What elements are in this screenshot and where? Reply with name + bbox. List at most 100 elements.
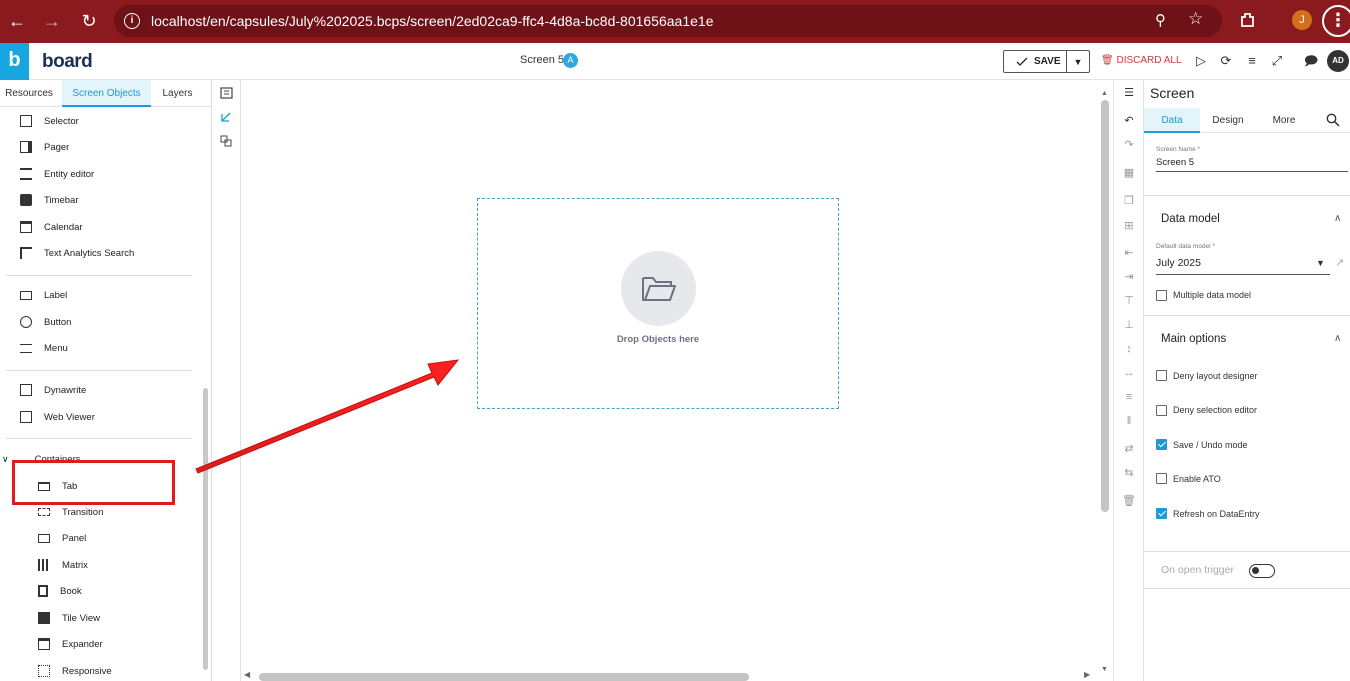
align-bottom-icon[interactable]: ⊥ <box>1122 318 1136 332</box>
check-icon <box>1016 57 1028 66</box>
object-label[interactable]: Label <box>20 285 67 305</box>
tab-screen-objects[interactable]: Screen Objects <box>62 80 151 107</box>
chevron-up-icon[interactable]: ∧ <box>1334 333 1341 344</box>
align-center-icon[interactable]: ↕ <box>1122 342 1136 356</box>
properties-sliders-icon[interactable]: ☰ <box>1122 86 1136 100</box>
highlight-box <box>12 460 175 505</box>
scroll-right-icon[interactable]: ▶ <box>1084 670 1090 679</box>
transition-icon <box>38 508 50 516</box>
align-left-icon[interactable]: ⇤ <box>1122 246 1136 260</box>
object-book[interactable]: Book <box>38 581 82 601</box>
object-web-viewer[interactable]: Web Viewer <box>20 407 95 427</box>
scroll-left-icon[interactable]: ◀ <box>244 670 250 679</box>
zoom-icon[interactable]: ⚲ <box>1155 11 1166 29</box>
object-selector[interactable]: Selector <box>20 111 79 131</box>
object-menu[interactable]: Menu <box>20 338 68 358</box>
grid-settings-icon[interactable] <box>220 87 233 99</box>
redo-icon[interactable]: ↷ <box>1122 138 1136 152</box>
format-painter-icon[interactable]: ▦ <box>1122 166 1136 180</box>
bookmark-star-icon[interactable]: ☆ <box>1188 9 1203 29</box>
save-label: SAVE <box>1034 56 1061 67</box>
object-panel[interactable]: Panel <box>38 528 86 548</box>
tab-more[interactable]: More <box>1256 108 1312 133</box>
search-icon[interactable] <box>1326 113 1340 127</box>
extensions-icon[interactable] <box>1238 10 1258 30</box>
horizontal-scroll-thumb[interactable] <box>259 673 749 681</box>
undo-icon[interactable]: ↶ <box>1122 114 1136 128</box>
on-open-trigger-toggle[interactable] <box>1249 564 1275 578</box>
multiple-model-checkbox[interactable] <box>1156 290 1167 301</box>
align-top-icon[interactable]: ⊤ <box>1122 294 1136 308</box>
properties-tabs: Data Design More <box>1144 108 1350 133</box>
canvas-vertical-scrollbar[interactable]: ▲ ▼ <box>1099 90 1111 677</box>
object-button[interactable]: Button <box>20 312 71 332</box>
default-model-select[interactable]: July 2025 <box>1156 257 1201 269</box>
address-bar[interactable]: i localhost/en/capsules/July%202025.bcps… <box>114 5 1222 37</box>
tile-view-icon <box>38 612 50 624</box>
responsive-icon <box>38 665 50 677</box>
scroll-down-icon[interactable]: ▼ <box>1101 666 1108 673</box>
design-canvas[interactable]: Drop Objects here ▲ ▼ ◀ ▶ <box>241 80 1113 681</box>
back-icon[interactable]: ← <box>5 9 29 33</box>
object-pager[interactable]: Pager <box>20 137 69 157</box>
object-entity-editor[interactable]: Entity editor <box>20 164 94 184</box>
object-transition[interactable]: Transition <box>38 502 103 522</box>
save-button[interactable]: SAVE ▼ <box>1003 50 1090 73</box>
trash-icon: 🗑 <box>1101 55 1114 66</box>
save-dropdown-icon[interactable]: ▼ <box>1067 57 1089 67</box>
open-external-icon[interactable]: ↗ <box>1335 256 1344 269</box>
menu-icon <box>20 343 32 353</box>
left-panel-scrollbar[interactable] <box>203 388 208 670</box>
stack-icon[interactable]: ≡ <box>1244 53 1260 69</box>
vertical-scroll-thumb[interactable] <box>1101 100 1109 512</box>
tab-data[interactable]: Data <box>1144 108 1200 133</box>
screen-name-input[interactable]: Screen 5 <box>1156 157 1194 168</box>
object-matrix[interactable]: Matrix <box>38 555 88 575</box>
discard-all-button[interactable]: 🗑 DISCARD ALL <box>1101 55 1182 66</box>
enable-ato-checkbox[interactable] <box>1156 473 1167 484</box>
tab-resources[interactable]: Resources <box>0 80 58 107</box>
tab-design[interactable]: Design <box>1200 108 1256 133</box>
object-responsive[interactable]: Responsive <box>38 661 112 681</box>
drop-zone[interactable]: Drop Objects here <box>477 198 839 409</box>
section-divider <box>1144 551 1350 552</box>
object-text-analytics-search[interactable]: Text Analytics Search <box>20 243 134 263</box>
scroll-up-icon[interactable]: ▲ <box>1101 90 1108 97</box>
send-backward-icon[interactable]: ⇆ <box>1122 466 1136 480</box>
forward-icon[interactable]: → <box>40 9 64 33</box>
save-undo-mode-label: Save / Undo mode <box>1173 440 1248 450</box>
align-middle-icon[interactable]: ↔ <box>1122 366 1136 380</box>
refresh-icon[interactable]: ⟳ <box>1218 53 1234 69</box>
comment-icon[interactable]: 🗩 <box>1303 53 1319 69</box>
profile-avatar[interactable]: J <box>1292 10 1312 30</box>
object-expander[interactable]: Expander <box>38 634 103 654</box>
left-tabs: Resources Screen Objects Layers <box>0 80 212 107</box>
site-info-icon[interactable]: i <box>124 13 140 29</box>
browser-menu-icon[interactable]: ⋮ <box>1322 5 1350 37</box>
copy-icon[interactable]: ❐ <box>1122 194 1136 208</box>
bring-forward-icon[interactable]: ⇄ <box>1122 442 1136 456</box>
object-tile-view[interactable]: Tile View <box>38 608 100 628</box>
group-icon[interactable] <box>220 135 233 147</box>
reload-icon[interactable]: ↻ <box>77 9 101 33</box>
save-undo-mode-checkbox[interactable] <box>1156 439 1167 450</box>
play-icon[interactable]: ▷ <box>1193 53 1209 69</box>
deny-selection-editor-checkbox[interactable] <box>1156 405 1167 416</box>
deny-layout-designer-checkbox[interactable] <box>1156 370 1167 381</box>
delete-icon[interactable]: 🗑 <box>1122 494 1136 508</box>
tab-layers[interactable]: Layers <box>151 80 204 107</box>
user-avatar[interactable]: AD <box>1327 50 1349 72</box>
object-dynawrite[interactable]: Dynawrite <box>20 380 86 400</box>
dropdown-caret-icon[interactable]: ▼ <box>1316 258 1325 268</box>
object-calendar[interactable]: Calendar <box>20 217 83 237</box>
expand-icon[interactable]: ⤢ <box>1269 53 1285 69</box>
chevron-up-icon[interactable]: ∧ <box>1334 213 1341 224</box>
align-right-icon[interactable]: ⇥ <box>1122 270 1136 284</box>
distribute-vertical-icon[interactable]: ≡ <box>1122 390 1136 404</box>
object-timebar[interactable]: Timebar <box>20 190 79 210</box>
duplicate-icon[interactable]: ⊞ <box>1122 219 1136 233</box>
distribute-horizontal-icon[interactable]: ‖ <box>1122 414 1136 428</box>
snap-icon[interactable] <box>220 111 233 123</box>
refresh-on-dataentry-checkbox[interactable] <box>1156 508 1167 519</box>
url-text[interactable]: localhost/en/capsules/July%202025.bcps/s… <box>151 13 713 29</box>
